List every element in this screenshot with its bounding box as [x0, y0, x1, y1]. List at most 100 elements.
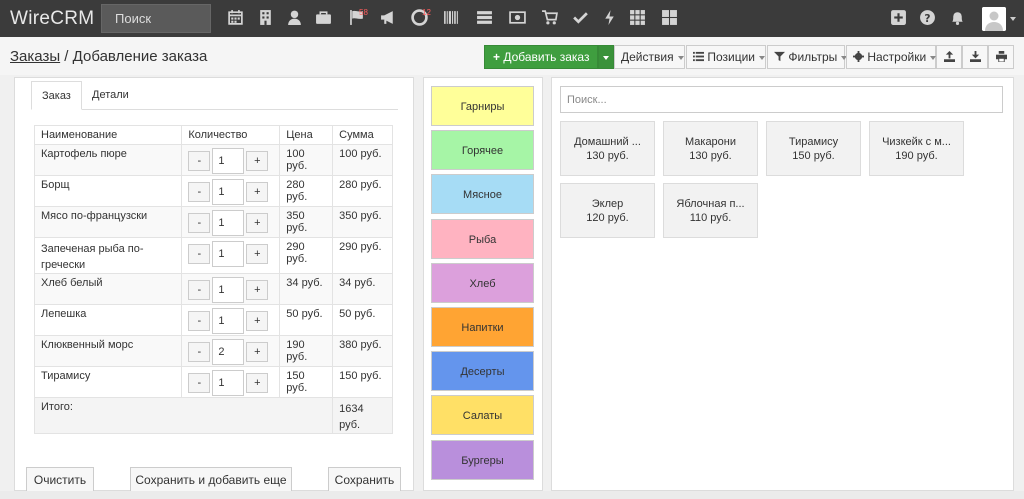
table-row: Мясо по-французски -1 + 350 руб. 350 руб. — [33, 206, 393, 238]
download-button[interactable] — [962, 45, 988, 69]
increase-button[interactable]: + — [246, 182, 269, 202]
support-icon[interactable]: 12 — [409, 8, 431, 28]
item-price: 100 руб. — [279, 144, 334, 176]
product-name: Макарони — [684, 136, 737, 148]
chevron-down-icon — [677, 55, 684, 60]
decrease-button[interactable]: - — [188, 373, 211, 393]
product-price: 110 руб. — [689, 212, 732, 224]
save-button[interactable]: Сохранить — [328, 467, 401, 493]
user-icon[interactable] — [284, 8, 304, 28]
increase-button[interactable]: + — [246, 213, 269, 233]
quantity-input[interactable]: 1 — [212, 241, 245, 267]
product-card[interactable]: Макарони 130 руб. — [663, 121, 758, 176]
category-button[interactable]: Десерты — [431, 351, 534, 392]
product-name: Яблочная п... — [676, 198, 745, 210]
barcode-icon[interactable] — [441, 8, 461, 28]
flag-icon[interactable]: 58 — [346, 8, 368, 28]
category-button[interactable]: Горячее — [431, 130, 534, 171]
list-icon[interactable] — [474, 8, 494, 28]
bullhorn-icon[interactable] — [378, 8, 398, 28]
bell-icon[interactable] — [947, 8, 967, 28]
increase-button[interactable]: + — [246, 373, 269, 393]
calendar-icon[interactable] — [225, 8, 245, 28]
quantity-input[interactable]: 1 — [212, 277, 245, 303]
cart-icon[interactable] — [539, 8, 559, 28]
category-button[interactable]: Мясное — [431, 174, 534, 215]
plus-square-icon[interactable] — [888, 8, 908, 28]
decrease-button[interactable]: - — [188, 213, 211, 233]
add-order-label: Добавить заказ — [503, 50, 590, 64]
product-card[interactable]: Домашний ... 130 руб. — [560, 121, 655, 176]
product-price: 150 руб. — [792, 150, 835, 162]
quantity-input[interactable]: 2 — [212, 339, 245, 365]
item-price: 350 руб. — [279, 206, 334, 238]
quantity-input[interactable]: 1 — [212, 179, 245, 205]
settings-button[interactable]: Настройки — [846, 45, 937, 69]
save-and-add-button[interactable]: Сохранить и добавить еще — [130, 467, 292, 493]
money-icon[interactable] — [507, 8, 527, 28]
actions-button[interactable]: Действия — [614, 45, 685, 69]
category-button[interactable]: Рыба — [431, 218, 534, 259]
tab-order[interactable]: Заказ — [31, 81, 82, 110]
decrease-button[interactable]: - — [188, 182, 211, 202]
bolt-icon[interactable] — [599, 8, 619, 28]
quantity-stepper: -1 + — [181, 273, 281, 305]
decrease-button[interactable]: - — [188, 151, 211, 171]
avatar[interactable] — [982, 7, 1006, 31]
quantity-input[interactable]: 1 — [212, 148, 245, 174]
upload-button[interactable] — [936, 45, 962, 69]
global-search-input[interactable] — [101, 4, 211, 33]
decrease-button[interactable]: - — [188, 342, 211, 362]
plus-icon: + — [493, 50, 504, 64]
product-price: 130 руб. — [586, 150, 629, 162]
building-icon[interactable] — [255, 8, 275, 28]
chevron-down-icon[interactable] — [1010, 17, 1016, 21]
decrease-button[interactable]: - — [188, 244, 211, 264]
quantity-input[interactable]: 1 — [212, 370, 245, 396]
tab-details[interactable]: Детали — [82, 81, 139, 110]
quantity-stepper: -1 + — [181, 144, 281, 176]
increase-button[interactable]: + — [246, 311, 269, 331]
product-card[interactable]: Чизкейк с м... 190 руб. — [869, 121, 964, 176]
decrease-button[interactable]: - — [188, 280, 211, 300]
question-icon[interactable]: ? — [917, 8, 937, 28]
increase-button[interactable]: + — [246, 280, 269, 300]
product-card[interactable]: Яблочная п... 110 руб. — [663, 183, 758, 238]
increase-button[interactable]: + — [246, 244, 269, 264]
dashboard-icon[interactable] — [659, 8, 679, 28]
app-logo[interactable]: WireCRM — [10, 8, 94, 30]
actions-label: Действия — [621, 50, 674, 64]
breadcrumb-orders-link[interactable]: Заказы — [10, 48, 60, 65]
page-title: Добавление заказа — [72, 48, 208, 65]
category-button[interactable]: Бургеры — [431, 439, 534, 480]
increase-button[interactable]: + — [246, 342, 269, 362]
quantity-stepper: -1 + — [181, 237, 281, 274]
item-sum: 290 руб. — [332, 237, 393, 274]
positions-button[interactable]: Позиции — [686, 45, 766, 69]
check-icon[interactable] — [570, 8, 590, 28]
category-button[interactable]: Хлеб — [431, 262, 534, 303]
product-search-input[interactable] — [560, 86, 1003, 113]
clear-button[interactable]: Очистить — [26, 467, 94, 493]
item-price: 290 руб. — [279, 237, 334, 274]
add-order-dropdown-button[interactable] — [598, 45, 614, 69]
decrease-button[interactable]: - — [188, 311, 211, 331]
category-button[interactable]: Салаты — [431, 395, 534, 436]
product-card[interactable]: Эклер 120 руб. — [560, 183, 655, 238]
category-button[interactable]: Напитки — [431, 307, 534, 347]
quantity-input[interactable]: 1 — [212, 210, 245, 236]
category-button[interactable]: Гарниры — [431, 86, 534, 126]
table-row: Клюквенный морс -2 + 190 руб. 380 руб. — [33, 335, 393, 367]
increase-button[interactable]: + — [246, 151, 269, 171]
print-button[interactable] — [988, 45, 1014, 69]
briefcase-icon[interactable] — [313, 8, 333, 28]
product-card[interactable]: Тирамису 150 руб. — [766, 121, 861, 176]
support-badge: 12 — [422, 8, 431, 17]
quantity-stepper: -1 + — [181, 304, 281, 336]
item-price: 34 руб. — [279, 273, 334, 305]
quantity-input[interactable]: 1 — [212, 308, 245, 334]
filters-button[interactable]: Фильтры — [767, 45, 848, 69]
add-order-button[interactable]: + Добавить заказ — [484, 45, 598, 69]
grid-icon[interactable] — [627, 8, 647, 28]
item-name: Запеченая рыба по-гречески — [33, 237, 183, 274]
